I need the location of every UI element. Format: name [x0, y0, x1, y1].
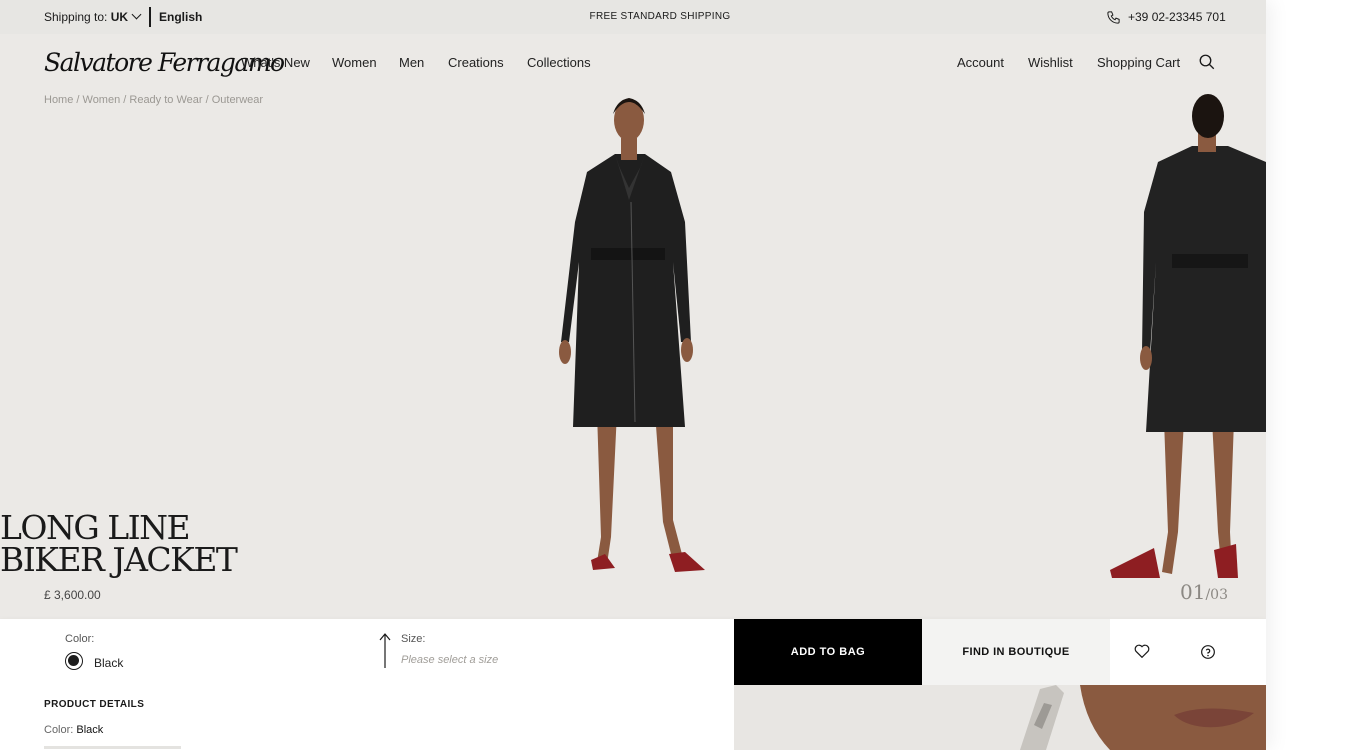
color-label: Color: [65, 633, 95, 645]
product-details-heading[interactable]: PRODUCT DETAILS [44, 699, 144, 710]
image-counter: 01/03 [1180, 580, 1228, 604]
breadcrumb[interactable]: Home / Women / Ready to Wear / Outerwear [44, 94, 263, 106]
search-icon[interactable] [1198, 53, 1216, 71]
product-image-back[interactable] [1108, 92, 1266, 584]
phone-contact[interactable]: +39 02-23345 701 [1106, 10, 1226, 24]
product-title-line2: BIKER JACKET [0, 540, 238, 579]
size-selector[interactable]: Please select a size [401, 654, 498, 666]
nav-item-men[interactable]: Men [399, 55, 424, 70]
product-price: £ 3,600.00 [44, 588, 101, 602]
detail-image-graphic [734, 685, 1266, 750]
nav-wishlist[interactable]: Wishlist [1028, 55, 1073, 70]
product-details-color: Color: Black [44, 724, 103, 736]
nav-item-women[interactable]: Women [332, 55, 377, 70]
find-in-boutique-button[interactable]: FIND IN BOUTIQUE [922, 619, 1110, 685]
help-icon[interactable] [1200, 644, 1216, 660]
nav-shopping-cart[interactable]: Shopping Cart [1097, 55, 1180, 70]
image-counter-current: 01 [1180, 580, 1206, 604]
size-label: Size: [401, 633, 426, 645]
details-divider [44, 746, 181, 749]
top-bar: Shipping to: UK English FREE STANDARD SH… [0, 0, 1266, 34]
heart-icon[interactable] [1134, 644, 1150, 658]
phone-icon [1107, 11, 1120, 24]
nav-account[interactable]: Account [957, 55, 1004, 70]
color-swatch-black[interactable] [65, 652, 83, 670]
nav-item-whats-new[interactable]: What's New [241, 55, 310, 70]
product-details: PRODUCT DETAILS Color: Black [0, 685, 734, 750]
product-page: Shipping to: UK English FREE STANDARD SH… [0, 0, 1266, 750]
details-color-label: Color: [44, 724, 74, 736]
add-to-bag-button[interactable]: ADD TO BAG [734, 619, 922, 685]
product-title: LONG LINE BIKER JACKET [0, 511, 238, 579]
product-image-front[interactable] [545, 92, 715, 577]
size-arrow-icon [379, 633, 391, 668]
image-counter-total: /03 [1205, 587, 1228, 603]
nav-item-creations[interactable]: Creations [448, 55, 504, 70]
shipping-promo: FREE STANDARD SHIPPING [589, 11, 731, 22]
product-detail-image[interactable] [734, 685, 1266, 750]
details-color-value: Black [76, 724, 104, 736]
color-value: Black [94, 656, 124, 670]
nav-item-collections[interactable]: Collections [527, 55, 591, 70]
purchase-bar: Color: Black Size: Please select a size … [0, 619, 1266, 685]
phone-number: +39 02-23345 701 [1128, 10, 1226, 24]
